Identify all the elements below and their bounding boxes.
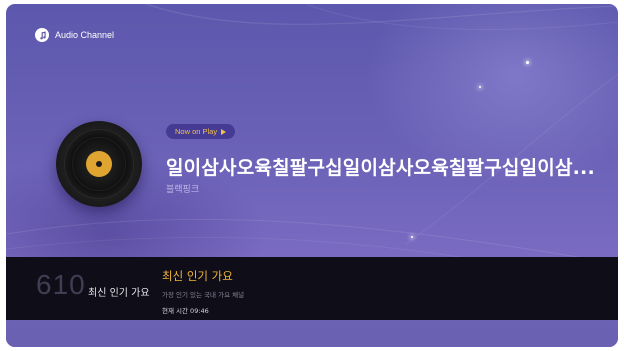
- current-time: 현재 시간 09:46: [162, 307, 209, 315]
- program-title: 최신 인기 가요: [162, 269, 233, 283]
- artist-name: 블랙핑크: [166, 185, 200, 195]
- play-icon: [221, 128, 227, 135]
- record-label: [86, 151, 112, 177]
- app-title: Audio Channel: [55, 30, 115, 40]
- channel-number: 610: [36, 269, 86, 300]
- now-playing-label: Now on Play: [175, 127, 218, 136]
- channel-info-bar: 610 최신 인기 가요 최신 인기 가요 가장 인기 있는 국내 가요 채널 …: [6, 257, 618, 320]
- sparkle-icon: [526, 61, 529, 64]
- sparkle-icon: [479, 86, 481, 88]
- channel-name: 최신 인기 가요: [88, 288, 150, 299]
- bottom-strip: [6, 320, 618, 347]
- song-title: 일이삼사오육칠팔구십일이삼사오육칠팔구십일이삼...: [166, 157, 595, 179]
- app-brand: Audio Channel: [35, 28, 114, 42]
- sparkle-icon: [411, 236, 413, 238]
- program-description: 가장 인기 있는 국내 가요 채널: [162, 291, 245, 299]
- player-screen: Audio Channel Now on Play 일이삼사오육칠팔구십일이삼사…: [6, 4, 618, 347]
- vinyl-record-icon: [56, 121, 142, 207]
- music-note-icon: [35, 28, 49, 42]
- now-playing-badge: Now on Play: [166, 124, 236, 139]
